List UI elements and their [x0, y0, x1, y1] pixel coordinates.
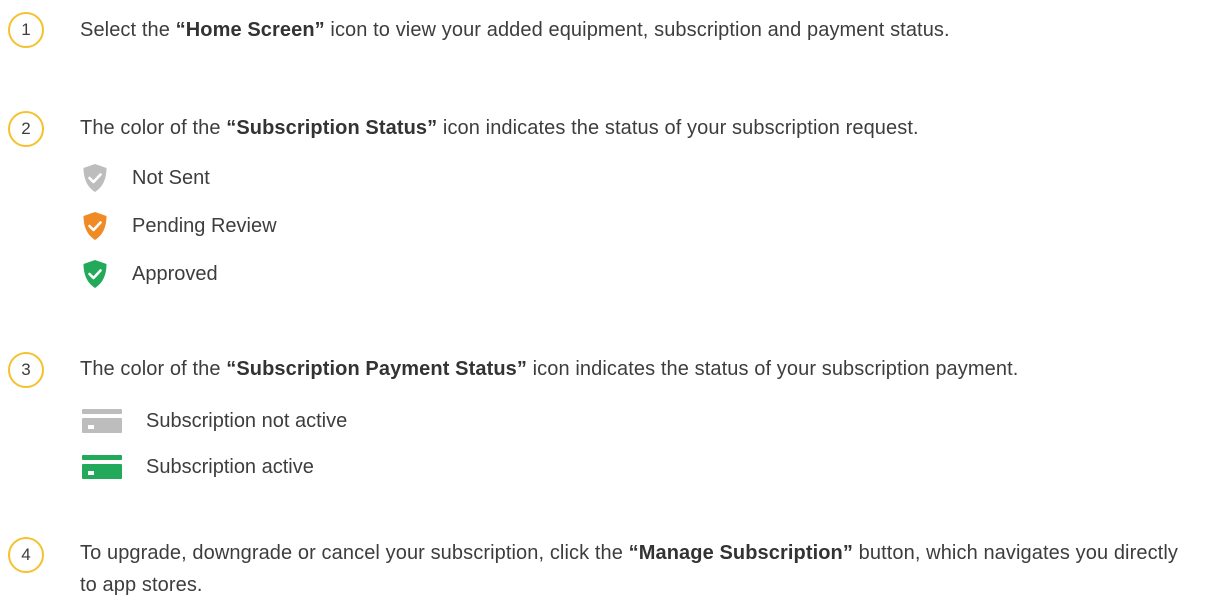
step-text-prefix: To upgrade, downgrade or cancel your sub… — [80, 542, 629, 564]
step-text-bold: “Subscription Payment Status” — [226, 358, 527, 380]
step-number-badge: 2 — [8, 111, 44, 147]
step-text-suffix: icon to view your added equipment, subsc… — [324, 19, 950, 41]
status-item-approved: Approved — [82, 257, 218, 291]
status-label: Not Sent — [132, 166, 210, 189]
step-number-badge: 4 — [8, 537, 44, 573]
step-text-prefix: Select the — [80, 19, 176, 41]
step-text: The color of the “Subscription Status” i… — [80, 112, 919, 144]
payment-item-not-active: Subscription not active — [82, 404, 347, 438]
step-text-prefix: The color of the — [80, 117, 227, 139]
step-text-bold: “Subscription Status” — [226, 117, 438, 139]
step-text: Select the “Home Screen” icon to view yo… — [80, 14, 950, 46]
payment-status-label: Subscription not active — [146, 409, 348, 432]
status-item-not-sent: Not Sent — [82, 161, 210, 195]
payment-status-label: Subscription active — [146, 455, 314, 478]
step-text-bold: “Manage Subscription” — [628, 542, 853, 564]
step-text-suffix: icon indicates the status of your subscr… — [437, 117, 919, 139]
status-item-pending-review: Pending Review — [82, 209, 277, 243]
step-text-suffix: icon indicates the status of your subscr… — [526, 358, 1019, 380]
step-text-bold: “Home Screen” — [175, 19, 325, 41]
credit-card-icon — [82, 455, 122, 479]
step-number-badge: 3 — [8, 352, 44, 388]
credit-card-icon — [82, 409, 122, 433]
shield-check-icon — [83, 164, 107, 192]
step-text: The color of the “Subscription Payment S… — [80, 353, 1018, 385]
payment-item-active: Subscription active — [82, 450, 314, 484]
step-text: To upgrade, downgrade or cancel your sub… — [80, 537, 1180, 601]
status-label: Pending Review — [132, 214, 277, 237]
shield-check-icon — [83, 260, 107, 288]
status-label: Approved — [132, 262, 218, 285]
step-text-prefix: The color of the — [80, 358, 227, 380]
step-number-badge: 1 — [8, 12, 44, 48]
shield-check-icon — [83, 212, 107, 240]
